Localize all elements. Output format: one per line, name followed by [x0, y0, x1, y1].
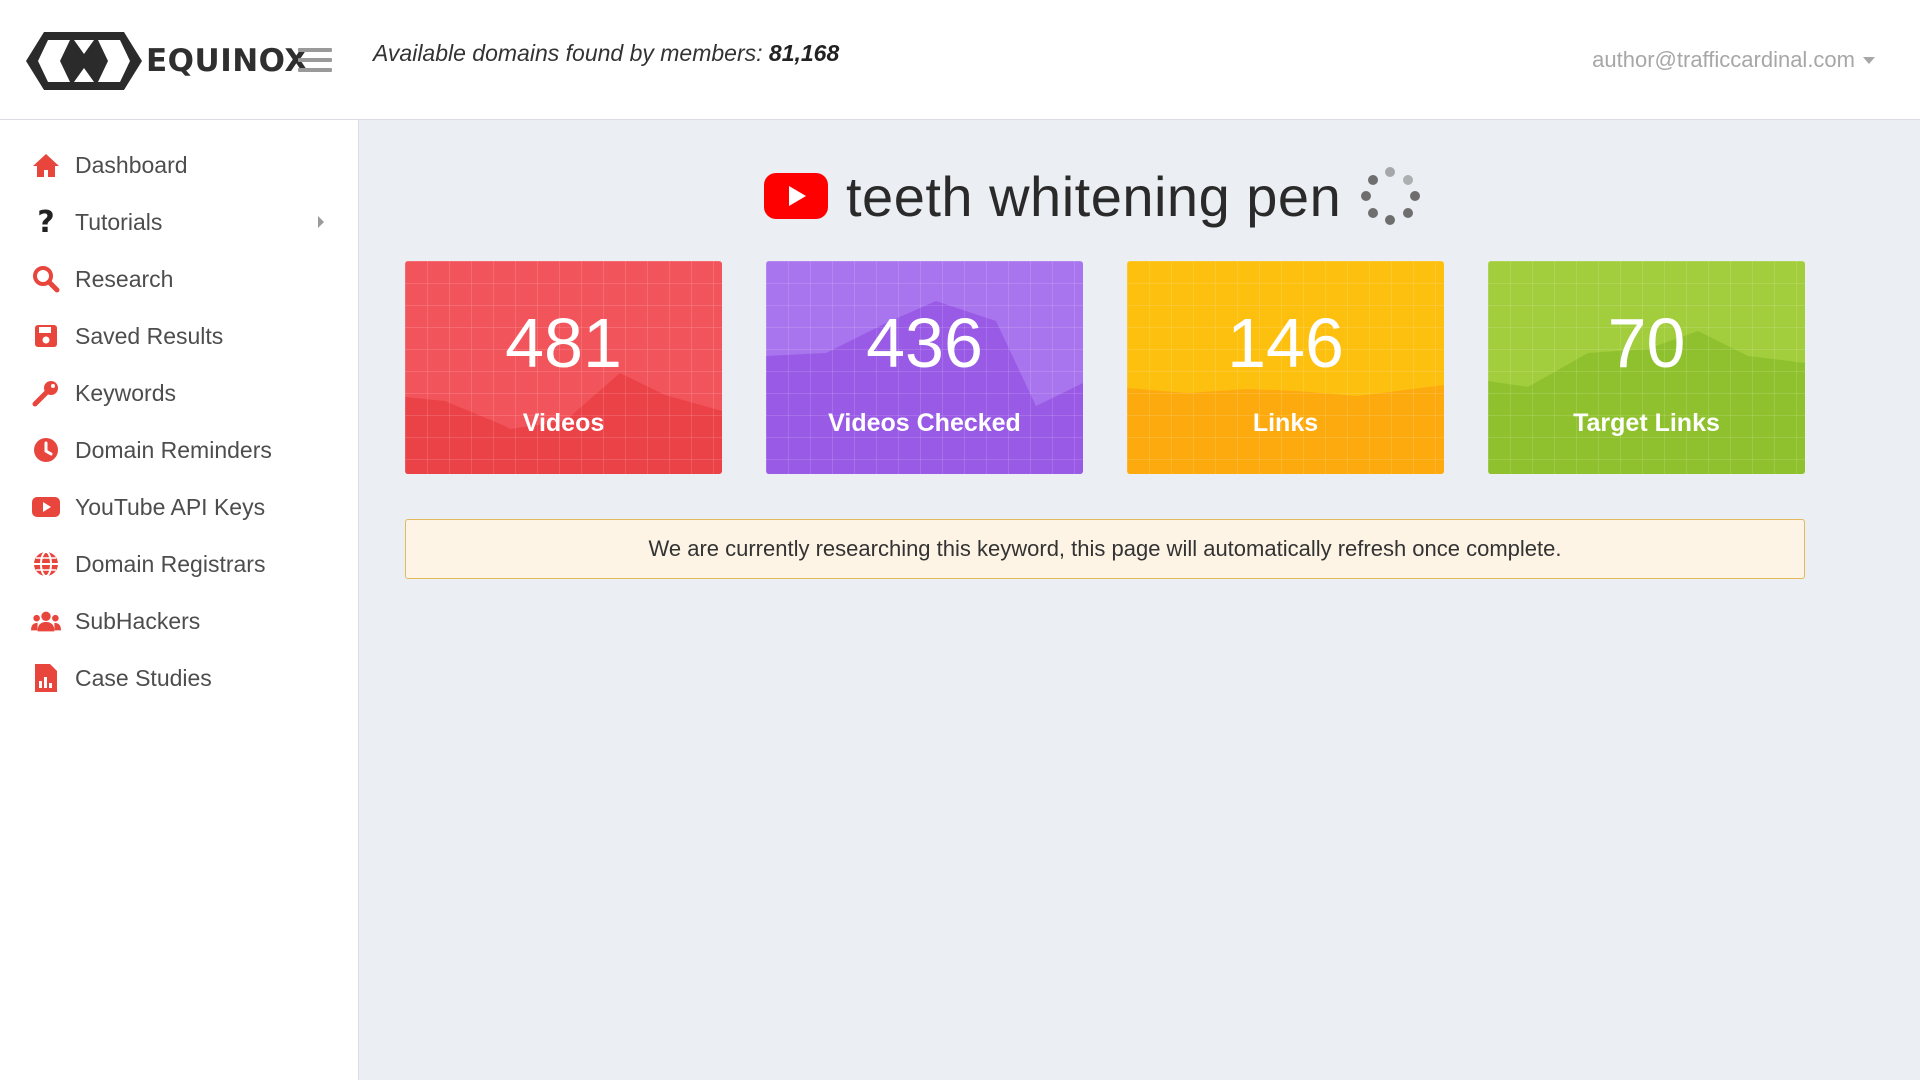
sidebar-item-saved-results[interactable]: Saved Results: [0, 312, 359, 360]
user-menu[interactable]: author@trafficcardinal.com: [1592, 47, 1875, 73]
sidebar-item-case-studies[interactable]: Case Studies: [0, 654, 359, 702]
chevron-right-icon: [318, 216, 324, 228]
clock-icon: [31, 435, 61, 465]
loading-spinner-icon: [1359, 165, 1421, 227]
question-icon: ?: [37, 204, 55, 240]
menu-toggle-icon[interactable]: [298, 48, 332, 74]
sidebar-item-label: SubHackers: [75, 607, 201, 634]
user-email: author@trafficcardinal.com: [1592, 47, 1855, 72]
report-icon: [31, 663, 61, 693]
sidebar-item-label: Tutorials: [75, 208, 163, 235]
sidebar-item-label: Keywords: [75, 379, 176, 406]
stat-card-links[interactable]: 146 Links: [1127, 261, 1444, 474]
sidebar-item-label: Research: [75, 265, 174, 292]
stat-card-videos-checked[interactable]: 436 Videos Checked: [766, 261, 1083, 474]
sidebar: Dashboard ? Tutorials Research Saved Res…: [0, 120, 359, 1080]
research-status-text: We are currently researching this keywor…: [648, 536, 1562, 561]
keyword-title: teeth whitening pen: [764, 160, 1421, 232]
research-status-alert: We are currently researching this keywor…: [405, 519, 1805, 579]
key-icon: [31, 378, 61, 408]
equinox-logo[interactable]: EQUINOX: [24, 30, 309, 92]
youtube-icon: [764, 173, 828, 219]
users-icon: [31, 606, 61, 636]
top-header: EQUINOX Available domains found by membe…: [0, 0, 1920, 120]
sidebar-item-tutorials[interactable]: ? Tutorials: [0, 198, 359, 246]
sidebar-item-youtube-api-keys[interactable]: YouTube API Keys: [0, 483, 359, 531]
sidebar-item-subhackers[interactable]: SubHackers: [0, 597, 359, 645]
sidebar-item-research[interactable]: Research: [0, 255, 359, 303]
available-domains-banner: Available domains found by members: 81,1…: [373, 40, 839, 67]
sidebar-item-dashboard[interactable]: Dashboard: [0, 141, 359, 189]
brand-name: EQUINOX: [146, 43, 309, 79]
chevron-down-icon: [1863, 56, 1875, 64]
sidebar-item-label: Saved Results: [75, 322, 224, 349]
sidebar-item-label: Case Studies: [75, 664, 212, 691]
stat-card-videos[interactable]: 481 Videos: [405, 261, 722, 474]
stat-value: 436: [866, 304, 983, 382]
stat-label: Videos: [522, 409, 605, 437]
sidebar-item-domain-reminders[interactable]: Domain Reminders: [0, 426, 359, 474]
home-icon: [31, 150, 61, 180]
sidebar-item-label: Domain Reminders: [75, 436, 272, 463]
youtube-icon: [31, 492, 61, 522]
sidebar-item-label: Dashboard: [75, 151, 188, 178]
save-icon: [31, 321, 61, 351]
sidebar-item-keywords[interactable]: Keywords: [0, 369, 359, 417]
stat-card-target-links[interactable]: 70 Target Links: [1488, 261, 1805, 474]
sidebar-item-label: Domain Registrars: [75, 550, 266, 577]
stat-label: Links: [1252, 409, 1319, 437]
search-icon: [31, 264, 61, 294]
sidebar-item-label: YouTube API Keys: [75, 493, 266, 520]
globe-icon: [31, 549, 61, 579]
stat-label: Videos Checked: [828, 409, 1021, 437]
equinox-logo-mark: [26, 32, 142, 90]
sidebar-item-domain-registrars[interactable]: Domain Registrars: [0, 540, 359, 588]
stat-label: Target Links: [1573, 409, 1720, 437]
stat-value: 481: [505, 304, 622, 382]
stat-value: 70: [1607, 304, 1686, 382]
available-domains-label: Available domains found by members:: [373, 40, 769, 66]
stat-value: 146: [1227, 304, 1344, 382]
available-domains-count: 81,168: [768, 40, 840, 66]
keyword-text: teeth whitening pen: [846, 164, 1342, 228]
